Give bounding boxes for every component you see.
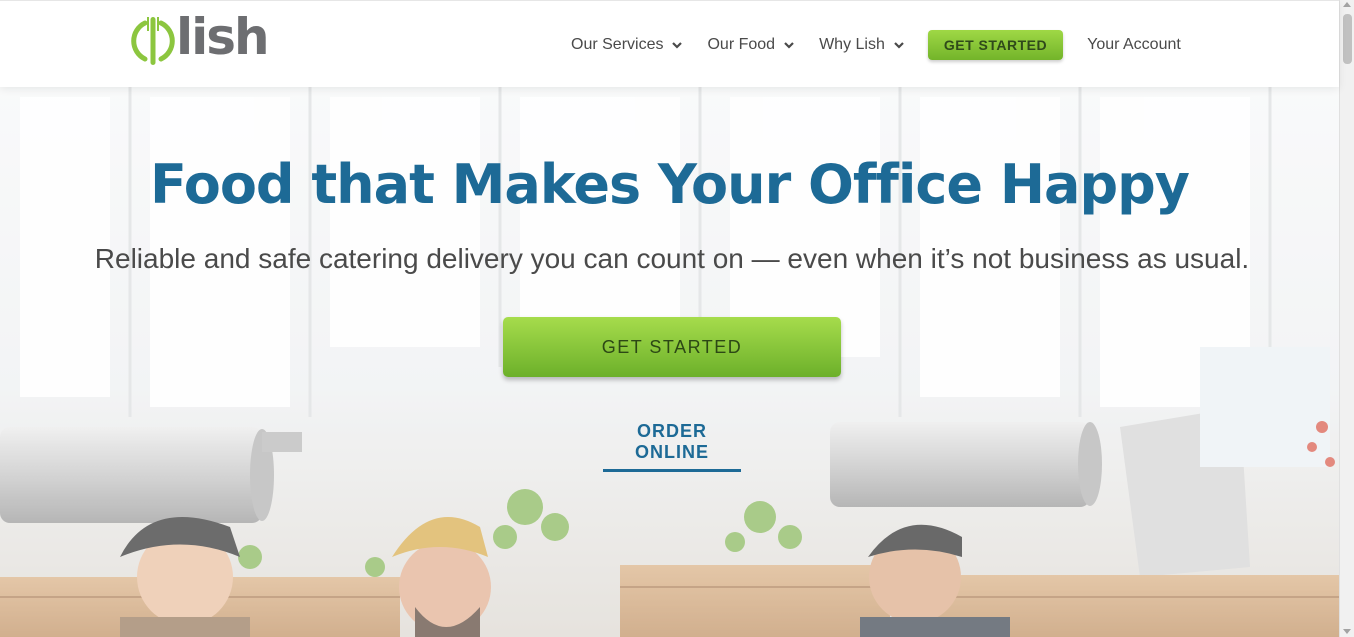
- chevron-down-icon: [784, 42, 794, 49]
- logo-wordmark: lish: [176, 8, 270, 66]
- hero-headline: Food that Makes Your Office Happy: [150, 153, 1190, 216]
- nav-why-lish-label: Why Lish: [819, 36, 885, 53]
- your-account-link[interactable]: Your Account: [1087, 36, 1181, 54]
- nav-our-services-label: Our Services: [571, 36, 664, 53]
- main-nav: Our Services Our Food Why Lish GET START…: [571, 29, 1181, 61]
- logo-plate-fork-icon: [131, 17, 175, 65]
- lish-logo[interactable]: lish: [131, 8, 270, 67]
- nav-our-food[interactable]: Our Food: [707, 36, 795, 54]
- order-online-link[interactable]: ORDER ONLINE: [603, 421, 741, 472]
- hero-subheadline: Reliable and safe catering delivery you …: [94, 243, 1250, 274]
- scroll-down-arrow-icon[interactable]: [1343, 629, 1351, 634]
- nav-our-services[interactable]: Our Services: [571, 36, 683, 54]
- site-header: lish Our Services Our Food Why Lish GET …: [0, 0, 1339, 87]
- hero-get-started-button[interactable]: GET STARTED: [503, 317, 841, 377]
- nav-why-lish[interactable]: Why Lish: [819, 36, 905, 54]
- chevron-down-icon: [894, 42, 904, 49]
- page-scrollbar[interactable]: [1339, 0, 1354, 637]
- hero-section: Food that Makes Your Office Happy Reliab…: [0, 87, 1339, 637]
- scroll-up-arrow-icon[interactable]: [1343, 2, 1351, 7]
- scroll-thumb[interactable]: [1343, 14, 1352, 64]
- header-get-started-button[interactable]: GET STARTED: [927, 30, 1064, 60]
- nav-our-food-label: Our Food: [707, 36, 776, 53]
- chevron-down-icon: [672, 42, 683, 49]
